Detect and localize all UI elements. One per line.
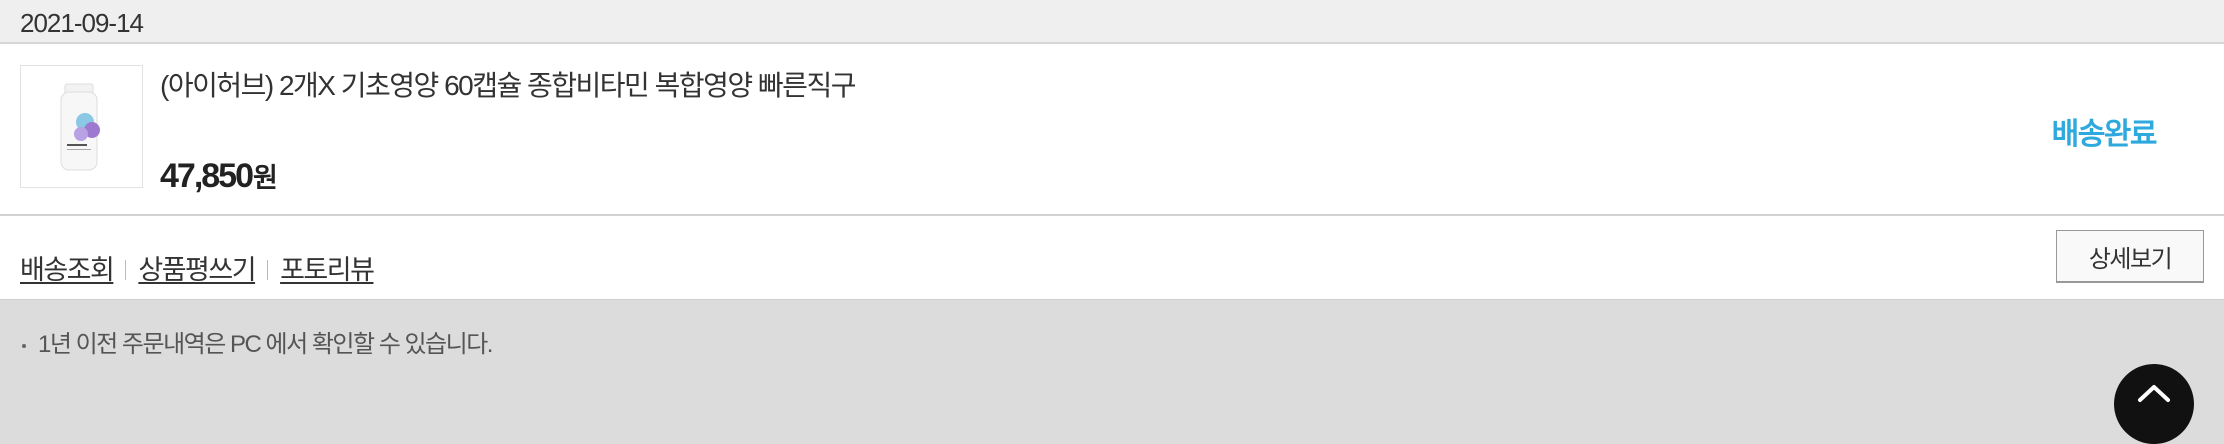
product-bottle-image [60, 83, 100, 171]
bullet-icon [22, 343, 26, 348]
photo-review-link[interactable]: 포토리뷰 [280, 255, 375, 285]
notice-area: 1년 이전 주문내역은 PC 에서 확인할 수 있습니다. [0, 300, 2224, 400]
product-name[interactable]: (아이허브) 2개X 기초영양 60캡슐 종합비타민 복합영양 빠른직구 [160, 64, 856, 104]
delivery-status: 배송완료 [2051, 118, 2158, 151]
detail-button[interactable]: 상세보기 [2056, 230, 2204, 283]
scroll-top-button[interactable] [2114, 364, 2194, 444]
product-price: 47,850원 [160, 156, 278, 196]
order-date-header: 2021-09-14 [0, 0, 2224, 44]
price-unit: 원 [253, 163, 278, 193]
notice-message: 1년 이전 주문내역은 PC 에서 확인할 수 있습니다. [22, 324, 493, 359]
write-review-link[interactable]: 상품평쓰기 [138, 255, 256, 285]
order-actions: 배송조회 상품평쓰기 포토리뷰 상세보기 [0, 216, 2224, 300]
product-thumbnail[interactable] [20, 65, 143, 188]
action-links: 배송조회 상품평쓰기 포토리뷰 [20, 248, 375, 287]
order-item[interactable]: (아이허브) 2개X 기초영양 60캡슐 종합비타민 복합영양 빠른직구 47,… [0, 44, 2224, 216]
notice-text: 1년 이전 주문내역은 PC 에서 확인할 수 있습니다. [38, 331, 493, 358]
link-divider [125, 260, 127, 280]
track-shipping-link[interactable]: 배송조회 [20, 255, 115, 285]
chevron-up-icon [2138, 385, 2170, 402]
link-divider [267, 260, 269, 280]
order-date: 2021-09-14 [20, 8, 144, 38]
price-value: 47,850 [160, 157, 254, 195]
